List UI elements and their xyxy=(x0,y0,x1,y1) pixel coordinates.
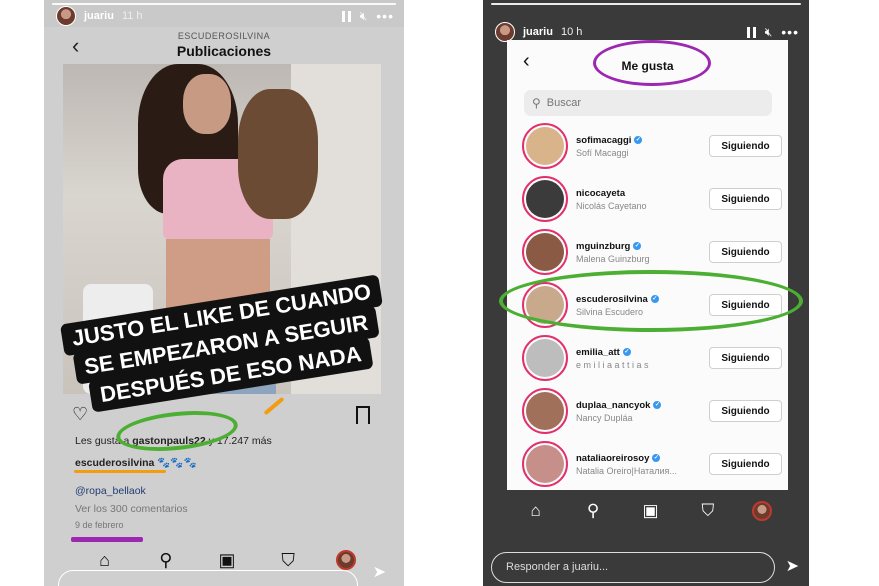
search-icon: ⚲ xyxy=(532,96,541,110)
purple-circle-annotation xyxy=(593,40,711,86)
verified-badge-icon: ✓ xyxy=(652,454,661,462)
story-username[interactable]: juariu xyxy=(84,10,114,22)
story-time: 11 h xyxy=(121,10,143,22)
story-username[interactable]: juariu xyxy=(523,26,553,38)
post-date: 9 de febrero xyxy=(75,520,124,530)
purple-underline-annotation xyxy=(71,537,143,542)
bottom-nav: ⌂ ⚲ ▣ ⛉ xyxy=(507,497,788,525)
post-header: ‹ ESCUDEROSILVINA Publicaciones xyxy=(44,27,404,63)
orange-underline-annotation xyxy=(74,470,166,473)
search-icon[interactable]: ⚲ xyxy=(580,501,606,521)
user-full-name: e m i l i a a t t i a s xyxy=(576,359,649,370)
following-button[interactable]: Siguiendo xyxy=(709,135,782,157)
user-full-name: Sofí Macaggi xyxy=(576,147,629,158)
right-story-screenshot: juariu 10 h 🔇︎ ••• ‹ Me gusta ⚲ sofimaca… xyxy=(483,0,809,586)
mute-icon[interactable]: 🔇︎ xyxy=(765,25,773,40)
following-button[interactable]: Siguiendo xyxy=(709,347,782,369)
back-arrow-icon[interactable]: ‹ xyxy=(523,50,530,73)
pause-icon[interactable] xyxy=(341,10,351,22)
verified-badge-icon: ✓ xyxy=(634,136,643,144)
following-button[interactable]: Siguiendo xyxy=(709,453,782,475)
shop-icon[interactable]: ⛉ xyxy=(695,501,721,521)
send-icon[interactable]: ➤ xyxy=(373,562,386,582)
caption-user-link[interactable]: escuderosilvina xyxy=(75,457,154,469)
post-header-title: Publicaciones xyxy=(176,43,272,59)
left-story-screenshot: juariu 11 h 🔇︎ ••• ‹ ESCUDEROSILVINA Pub… xyxy=(44,0,404,586)
home-icon[interactable]: ⌂ xyxy=(92,550,118,571)
reply-input[interactable]: Responder a juariu... xyxy=(491,552,775,583)
user-row[interactable]: nicocayeta Nicolás Cayetano Siguiendo xyxy=(522,174,782,224)
avatar[interactable] xyxy=(522,229,568,275)
reels-icon[interactable]: ▣ xyxy=(214,550,240,571)
heart-icon[interactable]: ♡ xyxy=(72,404,88,425)
more-icon[interactable]: ••• xyxy=(781,24,799,40)
caption: escuderosilvina 🐾🐾🐾 xyxy=(75,456,197,469)
profile-avatar[interactable] xyxy=(752,501,773,521)
user-handle[interactable]: sofimacaggi ✓ xyxy=(576,135,696,146)
view-comments-link[interactable]: Ver los 300 comentarios xyxy=(75,503,188,515)
verified-badge-icon: ✓ xyxy=(622,348,631,356)
story-time: 10 h xyxy=(560,26,583,38)
avatar[interactable] xyxy=(522,123,568,169)
profile-avatar[interactable] xyxy=(336,550,357,570)
send-icon[interactable]: ➤ xyxy=(786,556,799,576)
user-handle[interactable]: nicocayeta xyxy=(576,188,696,199)
search-input[interactable] xyxy=(546,97,747,109)
avatar[interactable] xyxy=(522,335,568,381)
user-handle[interactable]: nataliaoreirosoy ✓ xyxy=(576,453,696,464)
reply-input[interactable] xyxy=(58,570,358,586)
user-handle[interactable]: emilia_att ✓ xyxy=(576,347,696,358)
pause-icon[interactable] xyxy=(746,26,756,38)
post-header-subtitle: ESCUDEROSILVINA xyxy=(177,31,271,41)
following-button[interactable]: Siguiendo xyxy=(709,188,782,210)
avatar[interactable] xyxy=(522,441,568,487)
likes-screen: ‹ Me gusta ⚲ sofimacaggi✓Sofí MacaggiSig… xyxy=(507,40,788,490)
avatar[interactable] xyxy=(522,176,568,222)
caption-text: 🐾🐾🐾 xyxy=(157,457,197,469)
user-row[interactable]: sofimacaggi ✓ Sofí Macaggi Siguiendo xyxy=(522,121,782,171)
back-arrow-icon[interactable]: ‹ xyxy=(72,33,79,59)
search-bar[interactable]: ⚲ xyxy=(524,90,772,116)
verified-badge-icon: ✓ xyxy=(653,401,662,409)
user-handle[interactable]: mguinzburg ✓ xyxy=(576,241,696,252)
story-header: juariu 11 h 🔇︎ ••• xyxy=(56,5,394,27)
avatar[interactable] xyxy=(522,388,568,434)
post-screen: ‹ ESCUDEROSILVINA Publicaciones JUSTO EL… xyxy=(44,27,404,586)
reels-icon[interactable]: ▣ xyxy=(637,501,663,521)
user-full-name: Nicolás Cayetano xyxy=(576,200,647,211)
user-full-name: Natalia Oreiro|Наталия... xyxy=(576,465,677,476)
avatar[interactable] xyxy=(495,22,515,42)
home-icon[interactable]: ⌂ xyxy=(523,501,549,521)
story-progress-bar xyxy=(491,3,801,5)
mention-link[interactable]: @ropa_bellaok xyxy=(75,485,146,497)
more-icon[interactable]: ••• xyxy=(376,8,394,24)
shop-icon[interactable]: ⛉ xyxy=(275,550,301,571)
user-full-name: Nancy Dupláa xyxy=(576,412,633,423)
user-row[interactable]: duplaa_nancyok ✓ Nancy Dupláa Siguiendo xyxy=(522,386,782,436)
bookmark-icon[interactable] xyxy=(356,406,370,430)
search-icon[interactable]: ⚲ xyxy=(153,550,179,571)
green-circle-annotation xyxy=(499,270,803,332)
following-button[interactable]: Siguiendo xyxy=(709,241,782,263)
verified-badge-icon: ✓ xyxy=(633,242,642,250)
user-full-name: Malena Guinzburg xyxy=(576,253,650,264)
following-button[interactable]: Siguiendo xyxy=(709,400,782,422)
mute-icon[interactable]: 🔇︎ xyxy=(360,9,368,24)
user-row[interactable]: emilia_att ✓ e m i l i a a t t i a s Siguie… xyxy=(522,333,782,383)
avatar[interactable] xyxy=(56,6,76,26)
user-handle[interactable]: duplaa_nancyok ✓ xyxy=(576,400,696,411)
user-row[interactable]: nataliaoreirosoy ✓ Natalia Oreiro|Наталия.… xyxy=(522,439,782,489)
